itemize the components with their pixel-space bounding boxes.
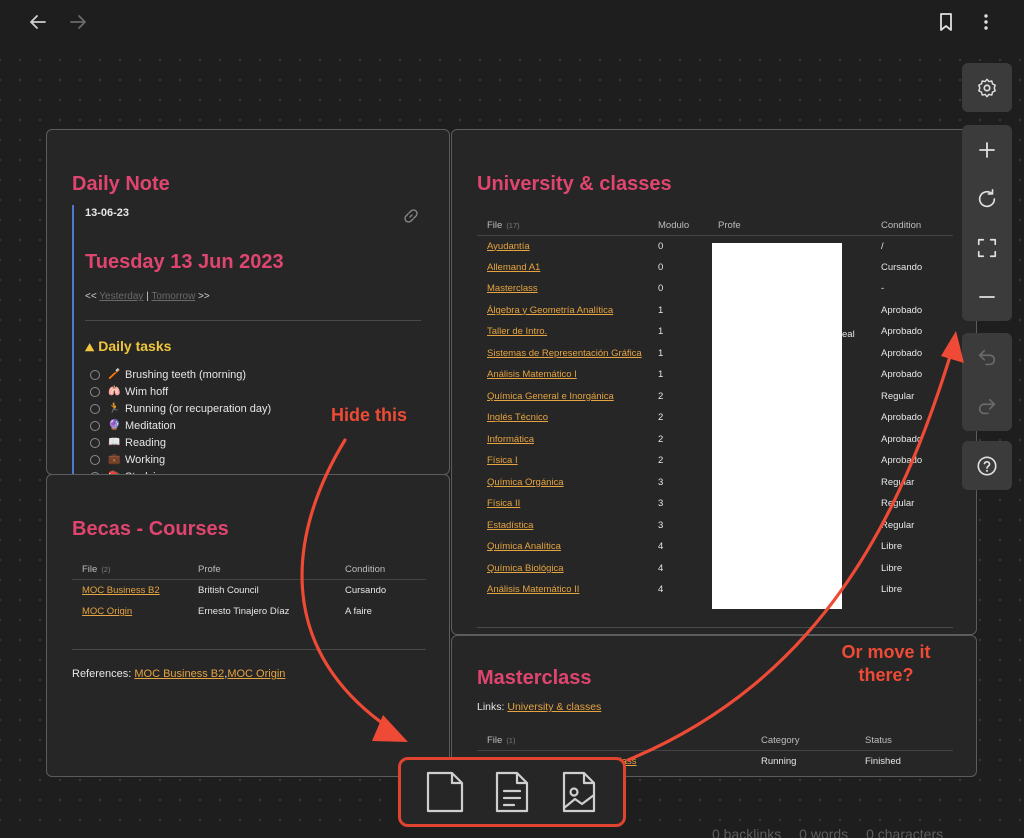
word-count: 0 words: [799, 826, 849, 838]
status-bar: 0 backlinks 0 words 0 characters: [712, 826, 957, 838]
annotation-move: Or move it there?: [830, 641, 942, 687]
backlinks-count[interactable]: 0 backlinks: [712, 826, 781, 838]
annotation-hide: Hide this: [330, 405, 407, 425]
character-count: 0 characters: [866, 826, 944, 838]
annotation-move-line2: there?: [858, 665, 914, 685]
annotation-move-line1: Or move it: [841, 642, 931, 662]
annotation-arrows: [300, 331, 964, 762]
